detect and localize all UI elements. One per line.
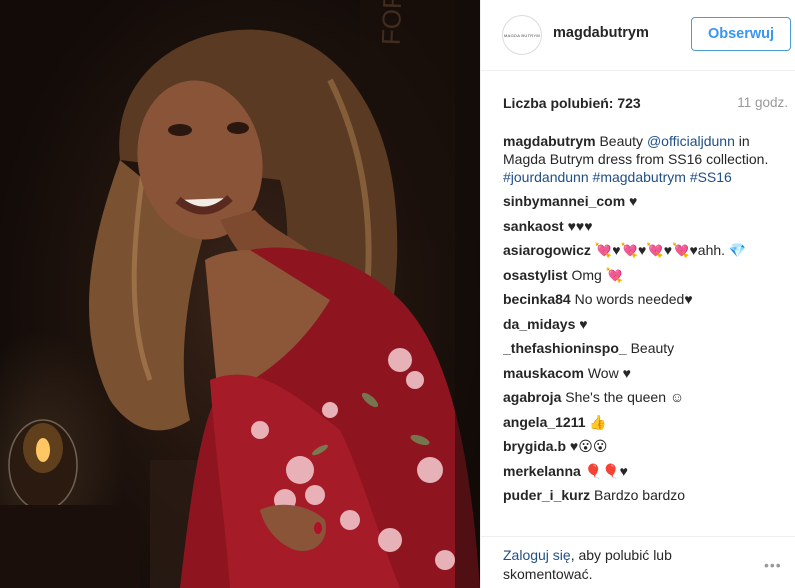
- comment-item: agabroja She's the queen ☺: [503, 388, 775, 413]
- comment-text: Omg 💘: [567, 266, 624, 283]
- comment-item: brygida.b ♥😮😮: [503, 437, 775, 462]
- login-prompt: Zaloguj się, aby polubić lub skomentować…: [503, 546, 723, 584]
- comment-item: asiarogowicz 💘♥💘♥💘♥💘♥ahh. 💎: [503, 241, 775, 266]
- comment-item: becinka84 No words needed♥: [503, 290, 775, 315]
- follow-button[interactable]: Obserwuj: [691, 17, 791, 51]
- comment-username[interactable]: agabroja: [503, 389, 561, 405]
- comment-item: puder_i_kurz Bardzo bardzo: [503, 486, 775, 511]
- comment-username[interactable]: puder_i_kurz: [503, 487, 590, 503]
- comments-list: magdabutrym Beauty @officialjdunn in Mag…: [503, 132, 775, 511]
- more-options-icon[interactable]: •••: [764, 557, 782, 573]
- comment-item: angela_1211 👍: [503, 413, 775, 438]
- comment-text: Beauty: [626, 340, 675, 356]
- comment-username[interactable]: merkelanna: [503, 463, 581, 479]
- comment-username[interactable]: _thefashioninspo_: [503, 340, 627, 356]
- comment-text: 🎈🎈♥: [580, 462, 628, 479]
- comment-text: She's the queen ☺: [561, 389, 685, 405]
- caption-hashtag[interactable]: #magdabutrym: [593, 169, 686, 185]
- comment-text: 💘♥💘♥💘♥💘♥ahh. 💎: [590, 242, 747, 258]
- caption-hashtag[interactable]: #SS16: [690, 169, 732, 185]
- post-footer: Zaloguj się, aby polubić lub skomentować…: [481, 536, 795, 588]
- post-sidebar: MAGDA BUTRYM magdabutrym Obserwuj Liczba…: [480, 0, 795, 588]
- caption-username[interactable]: magdabutrym: [503, 133, 596, 149]
- comment-item: mauskacom Wow ♥: [503, 364, 775, 389]
- comment-username[interactable]: brygida.b: [503, 438, 566, 454]
- comment-text: ♥♥♥: [563, 217, 593, 234]
- comment-username[interactable]: mauskacom: [503, 365, 584, 381]
- comment-username[interactable]: asiarogowicz: [503, 242, 591, 258]
- comment-username[interactable]: sinbymannei_com: [503, 193, 625, 209]
- comment-item: sankaost ♥♥♥: [503, 217, 775, 242]
- caption-hashtag[interactable]: #jourdandunn: [503, 169, 589, 185]
- comment-text: No words needed♥: [570, 291, 693, 307]
- comment-username[interactable]: da_midays: [503, 316, 575, 332]
- post-caption: magdabutrym Beauty @officialjdunn in Mag…: [503, 132, 775, 186]
- comment-item: osastylist Omg 💘: [503, 266, 775, 291]
- post-time[interactable]: 11 godz.: [737, 95, 788, 110]
- comment-text: ♥😮😮: [566, 438, 608, 454]
- comment-username[interactable]: sankaost: [503, 218, 564, 234]
- avatar-logo-text: MAGDA BUTRYM: [504, 32, 540, 38]
- post-photo[interactable]: FOR: [0, 0, 480, 588]
- comment-item: sinbymannei_com ♥: [503, 192, 775, 217]
- svg-text:FOR: FOR: [376, 0, 408, 46]
- comment-item: _thefashioninspo_ Beauty: [503, 339, 775, 364]
- post-stats: Liczba polubień: 723 11 godz.: [503, 95, 788, 113]
- caption-mention[interactable]: @officialjdunn: [647, 133, 735, 149]
- login-link[interactable]: Zaloguj się: [503, 547, 571, 563]
- comment-item: da_midays ♥: [503, 315, 775, 340]
- comment-text: Wow ♥: [583, 364, 631, 381]
- likes-count[interactable]: Liczba polubień: 723: [503, 95, 641, 111]
- comment-text: Bardzo bardzo: [590, 487, 686, 503]
- comment-item: merkelanna 🎈🎈♥: [503, 462, 775, 487]
- comment-text: ♥: [625, 193, 638, 209]
- comment-username[interactable]: osastylist: [503, 267, 568, 283]
- post-header: MAGDA BUTRYM magdabutrym Obserwuj: [481, 0, 795, 71]
- username-link[interactable]: magdabutrym: [553, 25, 649, 41]
- caption-text: Beauty: [595, 133, 647, 149]
- comment-text: 👍: [585, 413, 607, 430]
- photo-illustration: FOR: [0, 0, 480, 588]
- comment-text: ♥: [575, 315, 588, 332]
- comment-username[interactable]: angela_1211: [503, 414, 586, 430]
- comment-username[interactable]: becinka84: [503, 291, 571, 307]
- avatar[interactable]: MAGDA BUTRYM: [502, 15, 542, 55]
